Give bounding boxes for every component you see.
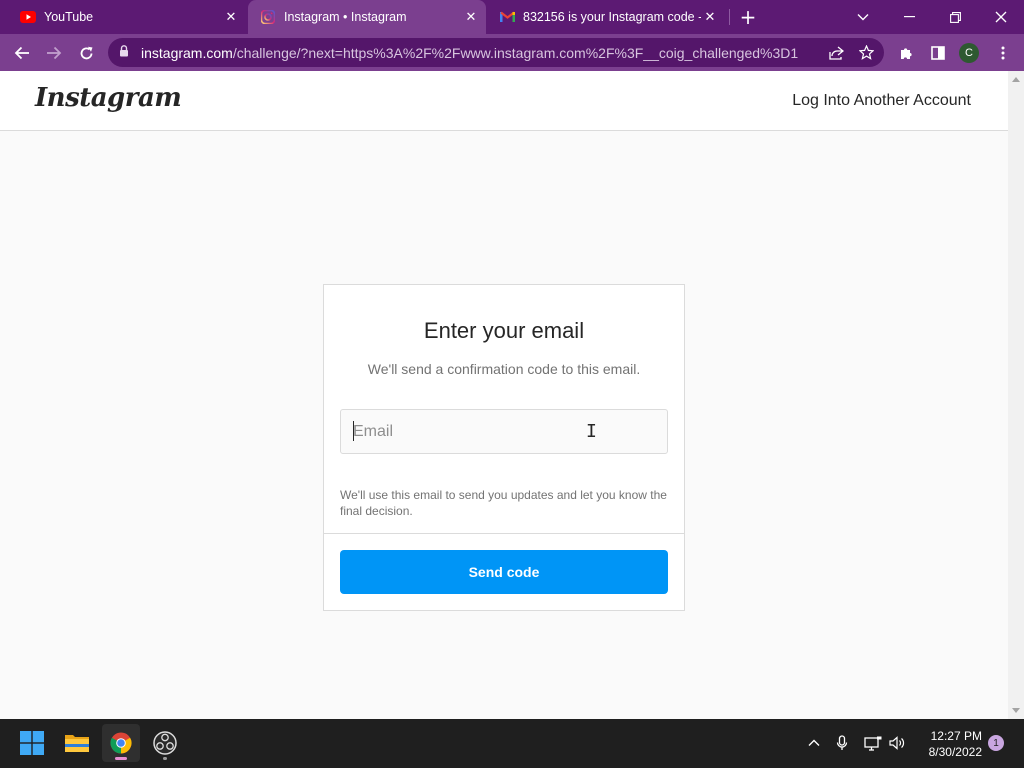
- tab-gmail[interactable]: 832156 is your Instagram code - ✕: [487, 0, 725, 34]
- share-icon[interactable]: [824, 41, 848, 65]
- form-subtitle: We'll send a confirmation code to this e…: [367, 361, 641, 377]
- browser-toolbar: instagram.com/challenge/?next=https%3A%2…: [0, 34, 1024, 71]
- tab-title: YouTube: [44, 10, 94, 24]
- page-content: Instagram Log Into Another Account Enter…: [0, 71, 1008, 719]
- instagram-header: Instagram Log Into Another Account: [0, 71, 1008, 131]
- start-windows-icon[interactable]: [13, 724, 51, 762]
- tab-title: Instagram • Instagram: [284, 10, 407, 24]
- email-usage-note: We'll use this email to send you updates…: [340, 488, 667, 518]
- email-input[interactable]: [340, 409, 668, 454]
- lock-icon[interactable]: [119, 45, 133, 60]
- extensions-puzzle-icon[interactable]: [893, 40, 919, 66]
- log-into-another-account-link[interactable]: Log Into Another Account: [792, 92, 971, 110]
- instagram-icon: [260, 9, 276, 25]
- file-explorer-icon[interactable]: [58, 724, 96, 762]
- address-bar[interactable]: instagram.com/challenge/?next=https%3A%2…: [108, 38, 884, 67]
- chrome-icon[interactable]: [102, 724, 140, 762]
- profile-avatar[interactable]: C: [959, 43, 979, 63]
- microphone-icon[interactable]: [832, 733, 852, 753]
- close-window-icon[interactable]: [978, 0, 1024, 34]
- send-code-button[interactable]: Send code: [340, 550, 668, 594]
- tab-close-icon[interactable]: ✕: [222, 8, 240, 26]
- obs-studio-icon[interactable]: [146, 724, 184, 762]
- windows-taskbar: 12:27 PM 8/30/2022 1: [0, 719, 1024, 768]
- card-divider: [324, 533, 684, 534]
- gmail-icon: [499, 9, 515, 25]
- forward-arrow-icon[interactable]: [41, 40, 67, 66]
- youtube-icon: [20, 9, 36, 25]
- reload-icon[interactable]: [73, 40, 99, 66]
- restore-icon[interactable]: [932, 0, 978, 34]
- tab-instagram[interactable]: Instagram • Instagram ✕: [248, 0, 486, 34]
- tab-separator: [729, 9, 730, 25]
- minimize-icon[interactable]: [886, 0, 932, 34]
- text-caret: [353, 421, 354, 441]
- url-host: instagram.com: [141, 44, 233, 61]
- bookmark-star-icon[interactable]: [854, 41, 878, 65]
- volume-icon[interactable]: [888, 733, 908, 753]
- system-clock[interactable]: 12:27 PM 8/30/2022: [916, 728, 982, 760]
- scroll-up-arrow-icon[interactable]: [1012, 77, 1020, 82]
- new-tab-plus-icon[interactable]: +: [737, 5, 759, 29]
- text-cursor-icon: I: [586, 421, 597, 442]
- instagram-logo[interactable]: Instagram: [35, 83, 182, 113]
- tab-search-chevron-icon[interactable]: [840, 0, 886, 34]
- back-arrow-icon[interactable]: [9, 40, 35, 66]
- page-scrollbar[interactable]: [1008, 71, 1024, 719]
- tab-close-icon[interactable]: ✕: [462, 8, 480, 26]
- side-panel-icon[interactable]: [925, 40, 951, 66]
- active-app-indicator: [115, 757, 127, 760]
- browser-tab-strip: YouTube ✕ Instagram • Instagram ✕ 832156…: [0, 0, 1024, 34]
- more-menu-icon[interactable]: [990, 40, 1016, 66]
- clock-date: 8/30/2022: [928, 745, 982, 759]
- tab-close-icon[interactable]: ✕: [701, 8, 719, 26]
- show-hidden-icons-chevron-icon[interactable]: [804, 733, 824, 753]
- network-icon[interactable]: [863, 733, 883, 753]
- tab-title: 832156 is your Instagram code -: [523, 10, 701, 24]
- url-path: /challenge/?next=https%3A%2F%2Fwww.insta…: [232, 44, 799, 61]
- running-app-indicator: [163, 757, 167, 760]
- email-challenge-card: Enter your email We'll send a confirmati…: [323, 284, 685, 611]
- tab-youtube[interactable]: YouTube ✕: [8, 0, 246, 34]
- clock-time: 12:27 PM: [930, 729, 982, 743]
- form-title: Enter your email: [423, 318, 585, 343]
- scroll-down-arrow-icon[interactable]: [1012, 708, 1020, 713]
- notification-badge[interactable]: 1: [988, 735, 1004, 751]
- url-text[interactable]: instagram.com/challenge/?next=https%3A%2…: [141, 45, 824, 61]
